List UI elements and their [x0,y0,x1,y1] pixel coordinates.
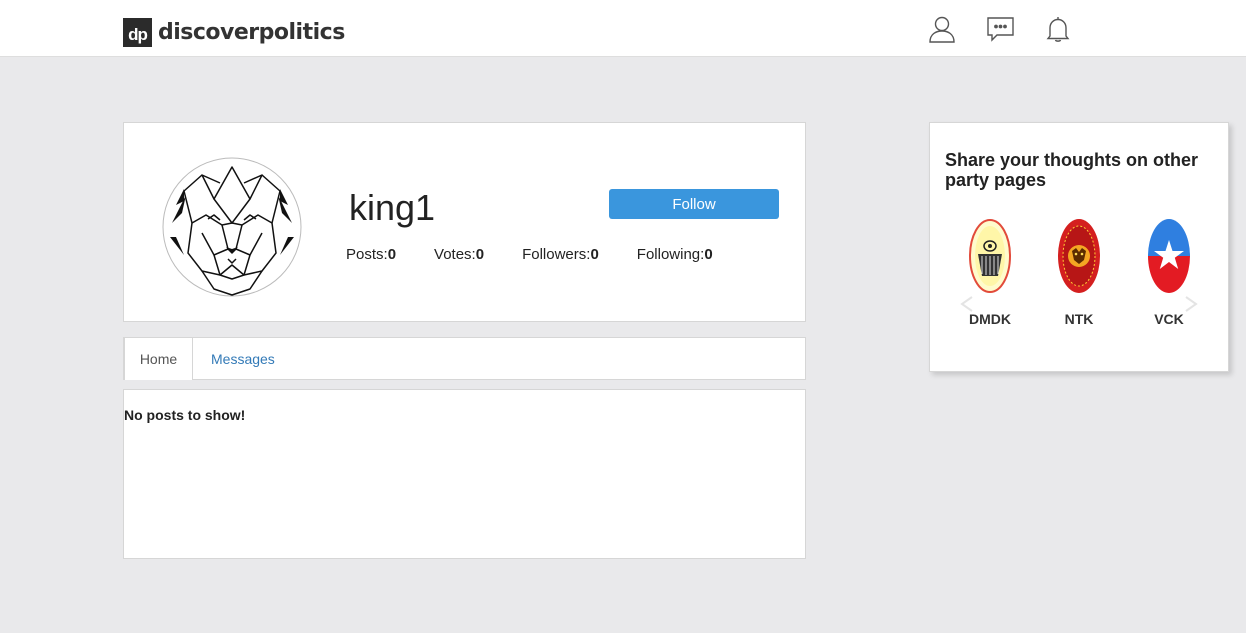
tab-home[interactable]: Home [124,338,193,380]
site-logo[interactable]: dp discoverpolitics [123,17,345,47]
stat-followers: Followers:0 [522,246,599,263]
logo-text: discoverpolitics [158,19,345,45]
posts-panel: No posts to show! [123,389,806,559]
dmdk-emblem-icon [969,219,1011,293]
logo-mark: dp [123,17,152,47]
profile-tabs: Home Messages [123,337,806,380]
profile-avatar [162,153,302,301]
party-vck[interactable]: VCK [1139,218,1199,327]
top-navbar: dp discoverpolitics [0,0,1246,57]
profile-username: king1 [349,187,436,228]
empty-posts-message: No posts to show! [124,407,246,423]
ntk-emblem-icon [1058,219,1100,293]
tab-messages[interactable]: Messages [211,338,275,380]
follow-button[interactable]: Follow [609,189,779,219]
profile-stats: Posts:0 Votes:0 Followers:0 Following:0 [346,246,751,263]
party-dmdk[interactable]: DMDK [960,218,1020,327]
party-label-vck: VCK [1154,311,1184,327]
profile-icon[interactable] [927,14,957,44]
party-pages-title: Share your thoughts on other party pages [945,150,1199,190]
stat-votes: Votes:0 [434,246,485,263]
profile-card: king1 Follow Posts:0 Votes:0 Followers:0… [123,122,806,322]
notifications-bell-icon[interactable] [1043,14,1073,44]
party-pages-card: Share your thoughts on other party pages… [929,122,1229,372]
party-label-dmdk: DMDK [969,311,1011,327]
party-label-ntk: NTK [1064,311,1094,327]
vck-emblem-icon [1148,219,1190,293]
stat-posts: Posts:0 [346,246,397,263]
stat-following: Following:0 [636,246,713,263]
messages-icon[interactable] [986,14,1016,44]
party-ntk[interactable]: NTK [1049,218,1109,327]
